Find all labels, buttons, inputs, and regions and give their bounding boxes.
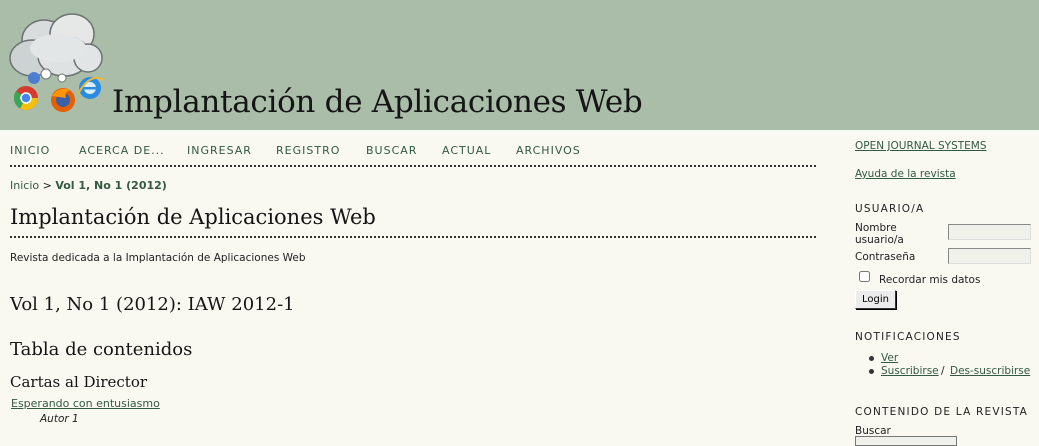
breadcrumb-separator: > xyxy=(42,179,52,192)
article-title-link[interactable]: Esperando con entusiasmo xyxy=(11,397,160,410)
nav-registro[interactable]: REGISTRO xyxy=(276,144,340,157)
content-search-input[interactable] xyxy=(855,436,957,446)
journal-content-heading: CONTENIDO DE LA REVISTA xyxy=(855,406,1029,418)
toc-heading: Tabla de contenidos xyxy=(10,339,193,360)
remember-me-label: Recordar mis datos xyxy=(879,274,981,286)
page-title: Implantación de Aplicaciones Web xyxy=(10,205,816,238)
username-label: Nombre usuario/a xyxy=(855,222,904,246)
bullet-icon xyxy=(869,369,874,374)
nav-acerca-de[interactable]: ACERCA DE... xyxy=(79,144,165,157)
subscribe-link[interactable]: Suscribirse xyxy=(881,365,939,377)
section-heading: Cartas al Director xyxy=(10,373,148,391)
remember-me-checkbox[interactable] xyxy=(859,271,870,282)
sidebar: OPEN JOURNAL SYSTEMS Ayuda de la revista… xyxy=(855,0,1039,446)
nav-buscar[interactable]: BUSCAR xyxy=(366,144,417,157)
notifications-view-link[interactable]: Ver xyxy=(881,352,898,364)
unsubscribe-link[interactable]: Des-suscribirse xyxy=(950,365,1030,377)
breadcrumb-home-link[interactable]: Inicio xyxy=(10,179,39,192)
login-button[interactable]: Login xyxy=(855,290,896,309)
nav-ingresar[interactable]: INGRESAR xyxy=(187,144,252,157)
firefox-icon xyxy=(51,88,75,112)
nav-actual[interactable]: ACTUAL xyxy=(442,144,491,157)
site-title: Implantación de Aplicaciones Web xyxy=(112,84,643,120)
breadcrumb-current-link[interactable]: Vol 1, No 1 (2012) xyxy=(55,179,166,192)
site-logo xyxy=(9,13,105,112)
breadcrumb: Inicio > Vol 1, No 1 (2012) xyxy=(10,179,167,192)
chrome-icon xyxy=(13,86,39,111)
journal-description: Revista dedicada a la Implantación de Ap… xyxy=(10,252,306,264)
password-input[interactable] xyxy=(948,248,1031,264)
issue-title: Vol 1, No 1 (2012): IAW 2012-1 xyxy=(10,294,295,315)
subscribe-separator: / xyxy=(941,365,945,377)
username-input[interactable] xyxy=(948,224,1031,240)
article-author: Autor 1 xyxy=(40,413,79,425)
user-block-heading: USUARIO/A xyxy=(855,203,925,215)
password-label: Contraseña xyxy=(855,251,916,263)
internet-explorer-icon xyxy=(77,76,105,99)
nav-inicio[interactable]: INICIO xyxy=(10,144,50,157)
bullet-icon xyxy=(869,356,874,361)
journal-help-link[interactable]: Ayuda de la revista xyxy=(855,168,956,180)
main-nav: INICIO ACERCA DE... INGRESAR REGISTRO BU… xyxy=(10,144,816,167)
nav-archivos[interactable]: ARCHIVOS xyxy=(516,144,581,157)
cloud-icon xyxy=(9,13,103,77)
notifications-heading: NOTIFICACIONES xyxy=(855,331,961,343)
ojs-link[interactable]: OPEN JOURNAL SYSTEMS xyxy=(855,140,987,152)
